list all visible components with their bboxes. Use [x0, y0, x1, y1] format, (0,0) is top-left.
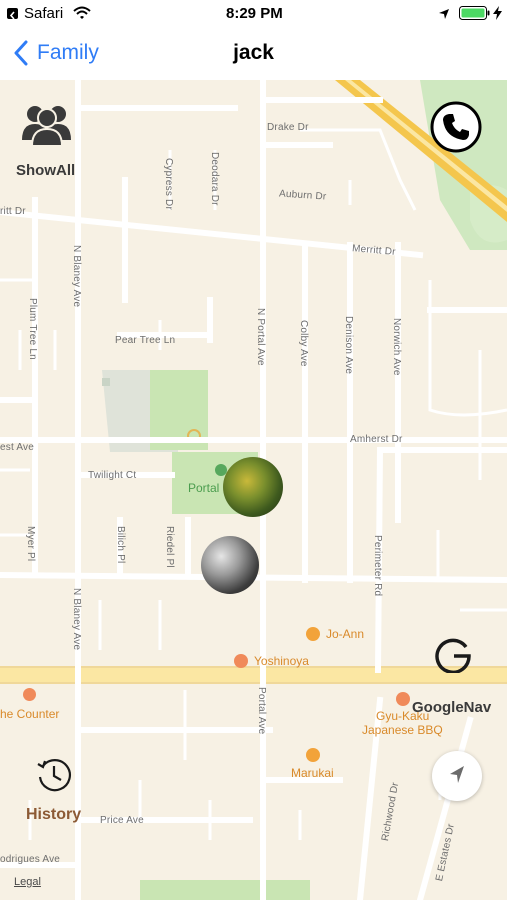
street-label: ritt Dr: [0, 206, 26, 217]
google-nav-button[interactable]: GoogleNav: [410, 635, 500, 716]
navigation-bar: Family jack: [0, 28, 507, 81]
street-label: Pear Tree Ln: [115, 335, 176, 346]
street-label: N Blaney Ave: [71, 588, 82, 651]
street-label: Twilight Ct: [88, 470, 137, 481]
call-button[interactable]: [430, 101, 482, 153]
street-label: Drake Dr: [267, 122, 309, 133]
street-label: Cypress Dr: [163, 158, 174, 211]
street-label: Colby Ave: [298, 320, 309, 367]
street-label: Perimeter Rd: [372, 535, 383, 597]
legal-link[interactable]: Legal: [14, 876, 41, 888]
restaurant-icon[interactable]: [396, 692, 410, 706]
battery-icon: [459, 6, 491, 26]
street-label: N Blaney Ave: [71, 245, 82, 308]
restaurant-icon[interactable]: [234, 654, 248, 668]
street-label: Bilich Pl: [115, 526, 126, 564]
history-label: History: [26, 806, 82, 823]
member-avatar-pin[interactable]: [223, 457, 283, 517]
street-label: Amherst Dr: [350, 434, 403, 445]
clock: 8:29 PM: [226, 5, 283, 22]
street-label: Price Ave: [100, 815, 144, 826]
google-nav-label: GoogleNav: [412, 699, 492, 716]
street-label: est Ave: [0, 442, 35, 453]
street-label: Riedel Pl: [164, 526, 175, 568]
shopping-icon[interactable]: [306, 627, 320, 641]
street-label: Myer Pl: [25, 526, 36, 562]
wifi-icon: [73, 6, 91, 25]
street-label: Plum Tree Ln: [27, 298, 38, 360]
poi-label-park[interactable]: Portal: [188, 481, 219, 495]
poi-label-counter[interactable]: he Counter: [0, 707, 59, 721]
street-label: Portal Ave: [256, 687, 267, 735]
poi-label-marukai[interactable]: Marukai: [291, 766, 334, 780]
poi-label-jo-ann[interactable]: Jo-Ann: [326, 627, 364, 641]
history-button[interactable]: History: [22, 756, 92, 826]
show-all-button[interactable]: ShowAll: [14, 100, 84, 182]
back-to-app-icon[interactable]: [7, 8, 18, 20]
status-bar: Safari 8:29 PM: [0, 0, 507, 28]
street-label: Norwich Ave: [391, 318, 402, 376]
street-label: Denison Ave: [343, 316, 354, 375]
location-arrow-icon: [438, 7, 450, 25]
poi-label-gyu-kaku-sub[interactable]: Japanese BBQ: [362, 723, 443, 737]
map-view[interactable]: Drake Dr Auburn Dr ritt Dr Merritt Dr Pe…: [0, 80, 507, 900]
page-title: jack: [233, 41, 274, 64]
poi-label-yoshinoya[interactable]: Yoshinoya: [254, 654, 309, 668]
member-avatar-pin[interactable]: [201, 536, 259, 594]
street-label: N Portal Ave: [255, 308, 266, 366]
street-label: Deodara Dr: [209, 152, 220, 206]
current-location-button[interactable]: [432, 751, 482, 801]
show-all-label: ShowAll: [16, 162, 76, 179]
shopping-icon[interactable]: [306, 748, 320, 762]
charging-bolt-icon: [493, 6, 502, 25]
street-label: odrigues Ave: [0, 854, 61, 865]
restaurant-icon[interactable]: [23, 688, 36, 701]
back-app-label[interactable]: Safari: [24, 5, 63, 22]
